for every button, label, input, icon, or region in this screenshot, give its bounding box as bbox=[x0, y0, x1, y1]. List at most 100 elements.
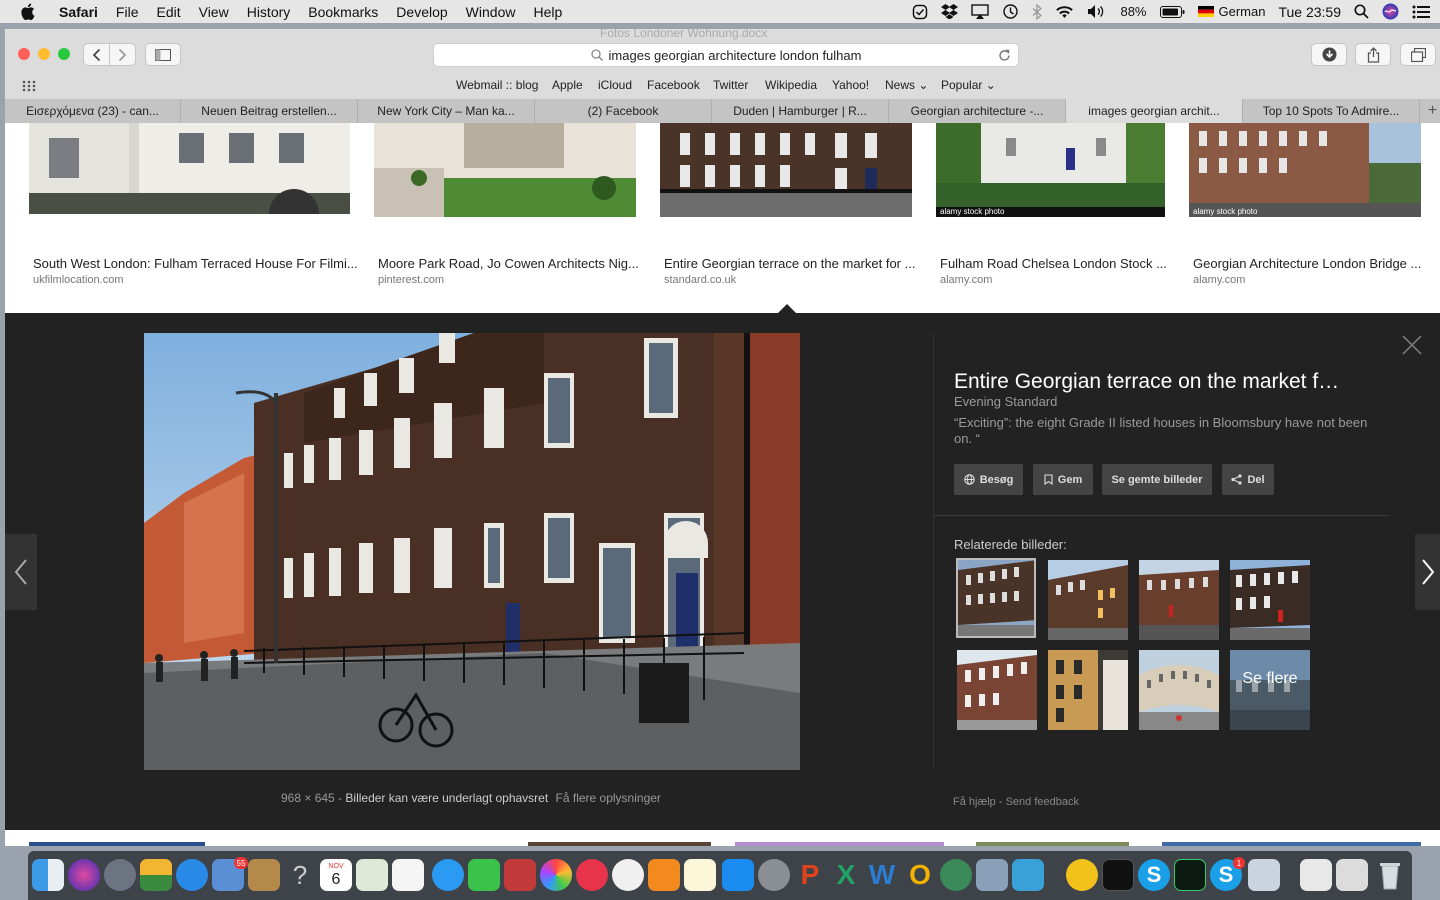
grid-icon[interactable] bbox=[22, 80, 36, 92]
menu-window[interactable]: Window bbox=[457, 4, 525, 20]
result-image-6[interactable] bbox=[29, 842, 205, 846]
result-source-5[interactable]: alamy.com bbox=[1193, 274, 1245, 286]
result-image-9[interactable] bbox=[735, 842, 944, 846]
related-image-4[interactable] bbox=[1230, 560, 1310, 640]
dropbox-icon[interactable] bbox=[941, 3, 959, 21]
vlc-icon[interactable] bbox=[1066, 859, 1098, 891]
result-image-4[interactable]: alamy stock photo bbox=[936, 123, 1165, 217]
menu-history[interactable]: History bbox=[238, 4, 300, 20]
related-image-7[interactable] bbox=[1139, 650, 1219, 730]
minimize-window-button[interactable] bbox=[38, 48, 50, 60]
reload-icon[interactable] bbox=[998, 49, 1011, 62]
notes-icon[interactable] bbox=[684, 859, 716, 891]
wifi-icon[interactable] bbox=[1055, 3, 1074, 21]
menu-edit[interactable]: Edit bbox=[147, 4, 189, 20]
globe-app-icon[interactable] bbox=[940, 859, 972, 891]
maps-icon[interactable] bbox=[356, 859, 388, 891]
result-image-10[interactable] bbox=[976, 842, 1129, 846]
spotlight-search-icon[interactable] bbox=[1354, 3, 1369, 21]
favorite-wikipedia[interactable]: Wikipedia bbox=[765, 78, 817, 92]
address-bar[interactable]: images georgian architecture london fulh… bbox=[433, 43, 1019, 67]
help-question-icon[interactable]: ? bbox=[284, 859, 316, 891]
bluetooth-icon[interactable] bbox=[1032, 3, 1043, 21]
input-language-label[interactable]: German bbox=[1219, 3, 1266, 21]
share-image-button[interactable]: Del bbox=[1222, 464, 1274, 495]
document-stack-icon[interactable] bbox=[1300, 859, 1332, 891]
favorite-icloud[interactable]: iCloud bbox=[598, 78, 632, 92]
favorite-webmail[interactable]: Webmail :: blog bbox=[456, 78, 538, 92]
result-caption-4[interactable]: Fulham Road Chelsea London Stock ... bbox=[940, 256, 1167, 271]
saved-images-button[interactable]: Se gemte billeder bbox=[1102, 464, 1212, 495]
next-image-button[interactable] bbox=[1415, 534, 1440, 610]
preview-app-icon[interactable] bbox=[976, 859, 1008, 891]
trash-icon[interactable] bbox=[1374, 859, 1406, 891]
facetime-icon[interactable] bbox=[468, 859, 500, 891]
result-caption-2[interactable]: Moore Park Road, Jo Cowen Architects Nig… bbox=[378, 256, 639, 271]
menu-file[interactable]: File bbox=[107, 4, 148, 20]
activity-monitor-icon[interactable] bbox=[1174, 859, 1206, 891]
favorite-news-folder[interactable]: News ⌄ bbox=[885, 78, 928, 92]
result-caption-1[interactable]: South West London: Fulham Terraced House… bbox=[33, 256, 358, 271]
siri-dock-icon[interactable] bbox=[68, 859, 100, 891]
result-image-8[interactable] bbox=[528, 842, 711, 846]
frogger-app-icon[interactable] bbox=[1012, 859, 1044, 891]
menu-help[interactable]: Help bbox=[524, 4, 571, 20]
sidebar-toggle-button[interactable] bbox=[145, 43, 181, 66]
messages-icon[interactable] bbox=[432, 859, 464, 891]
related-image-2[interactable] bbox=[1048, 560, 1128, 640]
tab-new-post[interactable]: Neuen Beitrag erstellen... bbox=[181, 99, 358, 123]
favorite-facebook[interactable]: Facebook bbox=[647, 78, 700, 92]
result-source-1[interactable]: ukfilmlocation.com bbox=[33, 274, 123, 286]
finder-icon[interactable] bbox=[32, 859, 64, 891]
result-image-5[interactable]: alamy stock photo bbox=[1189, 123, 1421, 217]
result-caption-5[interactable]: Georgian Architecture London Bridge ... bbox=[1193, 256, 1421, 271]
notification-center-icon[interactable] bbox=[1412, 3, 1430, 21]
tab-inbox[interactable]: Εισερχόμενα (23) - can... bbox=[5, 99, 181, 123]
tab-duden[interactable]: Duden | Hamburger | R... bbox=[712, 99, 889, 123]
favorite-twitter[interactable]: Twitter bbox=[713, 78, 748, 92]
tab-facebook[interactable]: (2) Facebook bbox=[535, 99, 712, 123]
see-more-related-button[interactable]: Se flere bbox=[1230, 650, 1310, 730]
favorite-yahoo[interactable]: Yahoo! bbox=[832, 78, 869, 92]
previous-image-button[interactable] bbox=[5, 534, 37, 610]
result-source-2[interactable]: pinterest.com bbox=[378, 274, 444, 286]
tab-images-georgian[interactable]: images georgian archit... bbox=[1066, 99, 1243, 123]
menu-develop[interactable]: Develop bbox=[387, 4, 456, 20]
calendar-icon[interactable]: NOV 6 bbox=[320, 859, 352, 891]
forward-button[interactable] bbox=[109, 43, 136, 66]
feedback-link[interactable]: Send feedback bbox=[1006, 796, 1079, 808]
news-app-icon[interactable] bbox=[576, 859, 608, 891]
reminders-icon[interactable] bbox=[392, 859, 424, 891]
menu-bookmarks[interactable]: Bookmarks bbox=[299, 4, 387, 20]
books-icon[interactable] bbox=[648, 859, 680, 891]
clock-label[interactable]: Tue 23:59 bbox=[1278, 3, 1341, 21]
menu-view[interactable]: View bbox=[190, 4, 238, 20]
battery-percent[interactable]: 88% bbox=[1120, 3, 1146, 21]
photos-icon[interactable] bbox=[540, 859, 572, 891]
more-info-link[interactable]: Få flere oplysninger bbox=[556, 791, 661, 805]
favorite-apple[interactable]: Apple bbox=[552, 78, 583, 92]
skype-icon[interactable]: S bbox=[1138, 859, 1170, 891]
photo-booth-icon[interactable] bbox=[504, 859, 536, 891]
terminal-icon[interactable] bbox=[1102, 859, 1134, 891]
excel-icon[interactable]: X bbox=[830, 859, 862, 891]
result-source-3[interactable]: standard.co.uk bbox=[664, 274, 736, 286]
itunes-icon[interactable] bbox=[612, 859, 644, 891]
close-window-button[interactable] bbox=[18, 48, 30, 60]
result-image-1[interactable] bbox=[29, 123, 350, 214]
airplay-icon[interactable] bbox=[971, 3, 990, 21]
german-flag-icon[interactable] bbox=[1197, 3, 1214, 21]
tab-top-10-spots[interactable]: Top 10 Spots To Admire... bbox=[1243, 99, 1420, 123]
preview-title[interactable]: Entire Georgian terrace on the market f… bbox=[954, 370, 1339, 394]
share-button[interactable] bbox=[1355, 43, 1391, 66]
result-source-4[interactable]: alamy.com bbox=[940, 274, 992, 286]
volume-icon[interactable] bbox=[1087, 3, 1107, 21]
outlook-icon[interactable]: O bbox=[904, 859, 936, 891]
result-caption-3[interactable]: Entire Georgian terrace on the market fo… bbox=[664, 256, 915, 271]
downloads-button[interactable] bbox=[1311, 43, 1347, 66]
new-tab-button[interactable]: + bbox=[1425, 99, 1440, 123]
result-image-11[interactable] bbox=[1162, 842, 1421, 846]
apple-menu-icon[interactable] bbox=[18, 3, 36, 21]
powerpoint-icon[interactable]: P bbox=[794, 859, 826, 891]
back-button[interactable] bbox=[83, 43, 110, 66]
